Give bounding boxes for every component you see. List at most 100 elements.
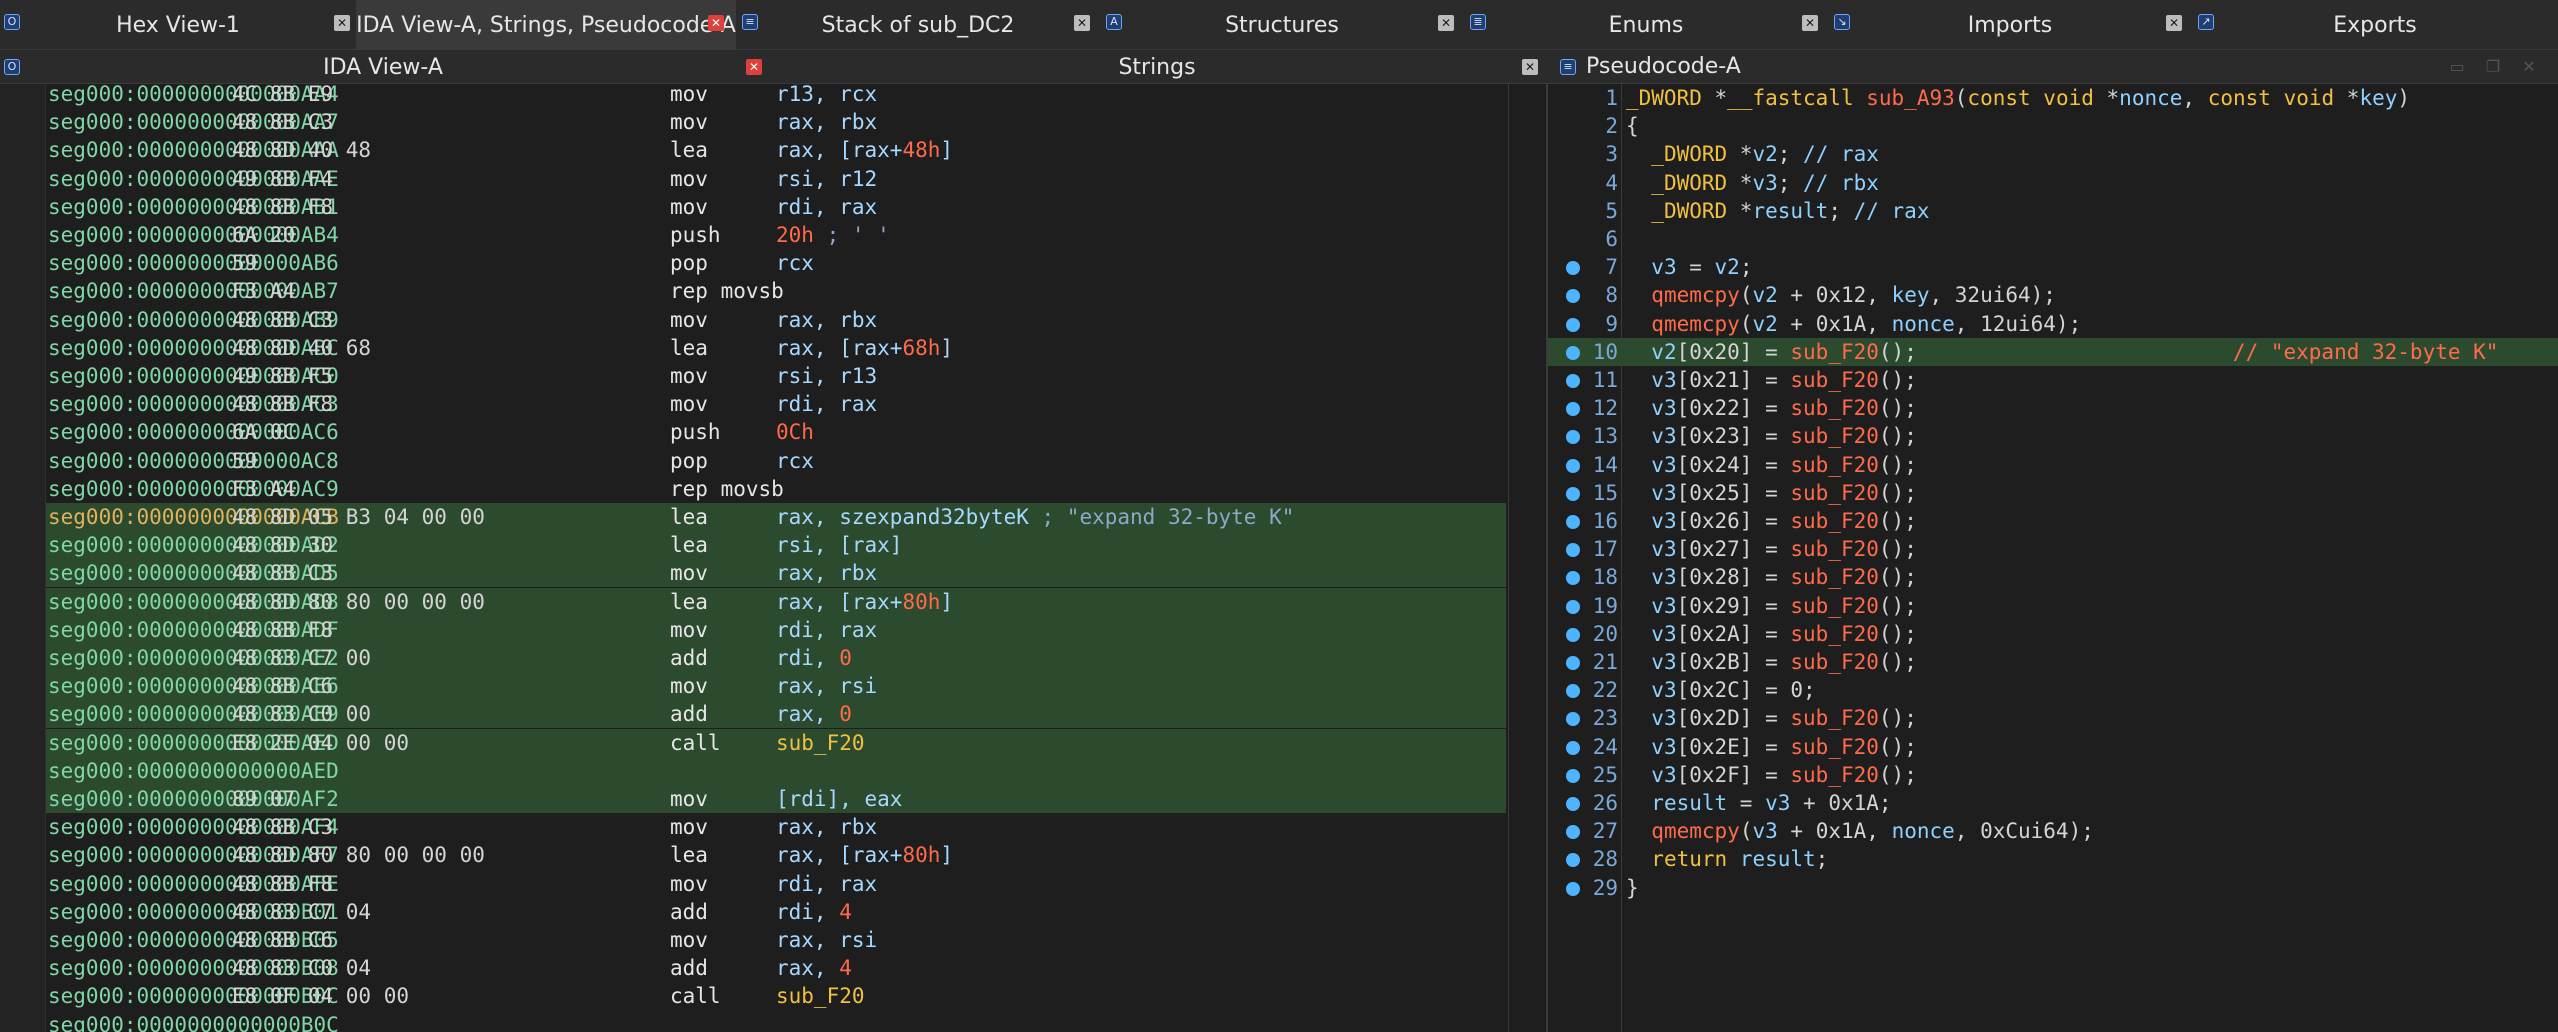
pseudocode-line[interactable]: 6 (1548, 225, 2558, 253)
breakpoint-dot-icon[interactable] (1566, 430, 1580, 445)
asm-row[interactable]: seg000:0000000000000B08 48 83 C0 04 add rax… (46, 954, 1506, 982)
asm-row[interactable]: seg000:0000000000000AB7 F3 A4 rep movsb (46, 277, 1506, 305)
tab-hex-view[interactable]: O Hex View-1 ✕ (0, 0, 356, 50)
pseudocode-line[interactable]: 15 v3[0x25] = sub_F20(); (1548, 479, 2558, 507)
asm-row[interactable]: seg000:0000000000000AE2 48 83 C7 00 add rdi… (46, 644, 1506, 672)
breakpoint-dot-icon[interactable] (1566, 627, 1580, 642)
pseudocode-line[interactable]: 25 v3[0x2F] = sub_F20(); (1548, 761, 2558, 789)
breakpoint-dot-icon[interactable] (1566, 599, 1580, 614)
close-icon[interactable]: ✕ (708, 15, 724, 31)
breakpoint-dot-icon[interactable] (1566, 317, 1580, 332)
pseudocode-line[interactable]: 27 qmemcpy(v3 + 0x1A, nonce, 0xCui64); (1548, 817, 2558, 845)
pseudocode-line[interactable]: 22 v3[0x2C] = 0; (1548, 676, 2558, 704)
tab-ida-view-strings-pseudocode[interactable]: IDA View-A, Strings, Pseudocode-A ✕ (356, 0, 736, 50)
asm-row[interactable]: seg000:0000000000000B05 48 8B C6 mov rax, r… (46, 926, 1506, 954)
pseudocode-line[interactable]: 21 v3[0x2B] = sub_F20(); (1548, 648, 2558, 676)
asm-row[interactable]: seg000:0000000000000AFE 48 8B F8 mov rdi, r… (46, 870, 1506, 898)
breakpoint-dot-icon[interactable] (1566, 374, 1580, 388)
asm-row[interactable]: seg000:0000000000000B0C (46, 1011, 1506, 1032)
asm-row[interactable]: seg000:0000000000000AAE 49 8B F4 mov rsi, r… (46, 165, 1506, 193)
breakpoint-dot-icon[interactable] (1566, 458, 1580, 473)
pseudocode-line[interactable]: 9 qmemcpy(v2 + 0x1A, nonce, 12ui64); (1548, 310, 2558, 338)
pseudocode-line[interactable]: 18 v3[0x28] = sub_F20(); (1548, 563, 2558, 591)
strings-pane[interactable] (1508, 84, 1548, 1032)
asm-row[interactable]: seg000:0000000000000AB9 48 8B C3 mov rax, r… (46, 306, 1506, 334)
asm-row[interactable]: seg000:0000000000000AE9 48 83 C0 00 add rax… (46, 700, 1506, 729)
breakpoint-dot-icon[interactable] (1566, 797, 1580, 811)
pseudocode-line[interactable]: 13 v3[0x23] = sub_F20(); (1548, 422, 2558, 450)
pseudocode-line[interactable]: 29} (1548, 874, 2558, 902)
asm-row[interactable]: seg000:0000000000000AA7 48 8B C3 mov rax, r… (46, 108, 1506, 136)
breakpoint-dot-icon[interactable] (1566, 345, 1580, 360)
pseudocode-line[interactable]: 14 v3[0x24] = sub_F20(); (1548, 451, 2558, 479)
pseudocode-line[interactable]: 24 v3[0x2E] = sub_F20(); (1548, 733, 2558, 761)
breakpoint-dot-icon[interactable] (1566, 571, 1580, 586)
breakpoint-dot-icon[interactable] (1566, 543, 1580, 558)
pseudocode-line[interactable]: 20 v3[0x2A] = sub_F20(); (1548, 620, 2558, 648)
asm-row[interactable]: seg000:0000000000000AD8 48 8D 80 80 00 00… (46, 587, 1506, 616)
breakpoint-dot-icon[interactable] (1566, 712, 1580, 727)
close-icon[interactable]: ✕ (1438, 15, 1454, 31)
breakpoint-dot-icon[interactable] (1566, 515, 1580, 529)
asm-row[interactable]: seg000:0000000000000AED (46, 756, 1506, 785)
pseudocode-line[interactable]: 4 _DWORD *v3; // rbx (1548, 169, 2558, 197)
pseudocode-line[interactable]: 28 return result; (1548, 845, 2558, 873)
pseudocode-line[interactable]: 19 v3[0x29] = sub_F20(); (1548, 592, 2558, 620)
asm-row[interactable]: seg000:0000000000000AC3 48 8B F8 mov rdi, r… (46, 390, 1506, 418)
asm-row[interactable]: seg000:0000000000000B0C E8 0F 04 00 00 cal… (46, 982, 1506, 1010)
close-icon[interactable]: ✕ (334, 15, 350, 31)
close-icon[interactable]: ✕ (1802, 15, 1818, 31)
asm-row[interactable]: seg000:0000000000000AED E8 2E 04 00 00 cal… (46, 728, 1506, 757)
pseudocode-line[interactable]: 2{ (1548, 112, 2558, 140)
pseudocode-line[interactable]: 23 v3[0x2D] = sub_F20(); (1548, 704, 2558, 732)
close-icon[interactable]: ✕ (1522, 59, 1538, 75)
asm-row[interactable]: seg000:0000000000000AB4 6A 20 push 20h ; ' … (46, 221, 1506, 249)
pseudocode-line[interactable]: 3 _DWORD *v2; // rax (1548, 140, 2558, 168)
float-icon[interactable]: ▭ (2448, 58, 2466, 76)
tab-exports[interactable]: ↗ Exports (2192, 0, 2558, 50)
breakpoint-dot-icon[interactable] (1566, 684, 1580, 699)
pseudocode-line[interactable]: 7 v3 = v2; (1548, 253, 2558, 281)
breakpoint-dot-icon[interactable] (1566, 881, 1580, 896)
pseudocode-line[interactable]: 26 result = v3 + 0x1A; (1548, 789, 2558, 817)
breakpoint-dot-icon[interactable] (1566, 261, 1580, 276)
pseudocode-line[interactable]: 16 v3[0x26] = sub_F20(); (1548, 507, 2558, 535)
pseudocode-line[interactable]: 12 v3[0x22] = sub_F20(); (1548, 394, 2558, 422)
pseudocode-line[interactable]: 5 _DWORD *result; // rax (1548, 197, 2558, 225)
close-icon[interactable]: ✕ (2520, 58, 2538, 76)
breakpoint-dot-icon[interactable] (1566, 825, 1580, 840)
asm-row[interactable]: seg000:0000000000000AF4 48 8B C3 mov rax, r… (46, 813, 1506, 841)
restore-icon[interactable]: ❐ (2484, 58, 2502, 76)
close-icon[interactable]: ✕ (2166, 15, 2182, 31)
asm-row[interactable]: seg000:0000000000000AA4 4C 8B E9 mov r13, r… (46, 84, 1506, 108)
asm-row[interactable]: seg000:0000000000000AAA 48 8D 40 48 lea rax… (46, 136, 1506, 164)
asm-row[interactable]: seg000:0000000000000AB1 48 8B F8 mov rdi, r… (46, 193, 1506, 221)
asm-row[interactable]: seg000:0000000000000AD2 48 8D 30 lea rsi, [… (46, 531, 1506, 560)
asm-row[interactable]: seg000:0000000000000AC8 59 pop rcx (46, 447, 1506, 475)
pseudocode-line[interactable]: 11 v3[0x21] = sub_F20(); (1548, 366, 2558, 394)
asm-row[interactable]: seg000:0000000000000AF7 48 8D 80 80 00 00… (46, 841, 1506, 869)
tab-enums[interactable]: ≣ Enums ✕ (1464, 0, 1828, 50)
asm-row[interactable]: seg000:0000000000000AC0 49 8B F5 mov rsi, r… (46, 362, 1506, 390)
tab-structures[interactable]: A Structures ✕ (1100, 0, 1464, 50)
breakpoint-dot-icon[interactable] (1566, 402, 1580, 417)
asm-row[interactable]: seg000:0000000000000AE6 48 8B C6 mov rax, r… (46, 672, 1506, 701)
breakpoint-dot-icon[interactable] (1566, 289, 1580, 304)
pane-tab-ida-view[interactable]: O IDA View-A ✕ (0, 50, 766, 84)
breakpoint-dot-icon[interactable] (1566, 656, 1580, 670)
pane-tab-strings[interactable]: Strings ✕ (766, 50, 1548, 84)
close-icon[interactable]: ✕ (746, 59, 762, 75)
pseudocode-line[interactable]: 8 qmemcpy(v2 + 0x12, key, 32ui64); (1548, 281, 2558, 309)
breakpoint-dot-icon[interactable] (1566, 740, 1580, 755)
asm-row[interactable]: seg000:0000000000000B01 48 83 C7 04 add rdi… (46, 898, 1506, 926)
asm-row[interactable]: seg000:0000000000000ABC 48 8D 40 68 lea rax… (46, 334, 1506, 362)
asm-row[interactable]: seg000:0000000000000AD5 48 8B C3 mov rax, r… (46, 559, 1506, 588)
tab-imports[interactable]: ↘ Imports ✕ (1828, 0, 2192, 50)
asm-row[interactable]: seg000:0000000000000AF2 89 07 mov [rdi], ea… (46, 785, 1506, 813)
breakpoint-dot-icon[interactable] (1566, 486, 1580, 501)
breakpoint-dot-icon[interactable] (1566, 853, 1580, 868)
tab-stack[interactable]: ≡ Stack of sub_DC2 ✕ (736, 0, 1100, 50)
asm-row[interactable]: seg000:0000000000000AC6 6A 0C push 0Ch (46, 418, 1506, 446)
pseudocode-line[interactable]: 1 _DWORD *__fastcall sub_A93(const void *… (1548, 84, 2558, 112)
pseudocode-view[interactable]: 1 _DWORD *__fastcall sub_A93(const void *… (1548, 84, 2558, 1032)
